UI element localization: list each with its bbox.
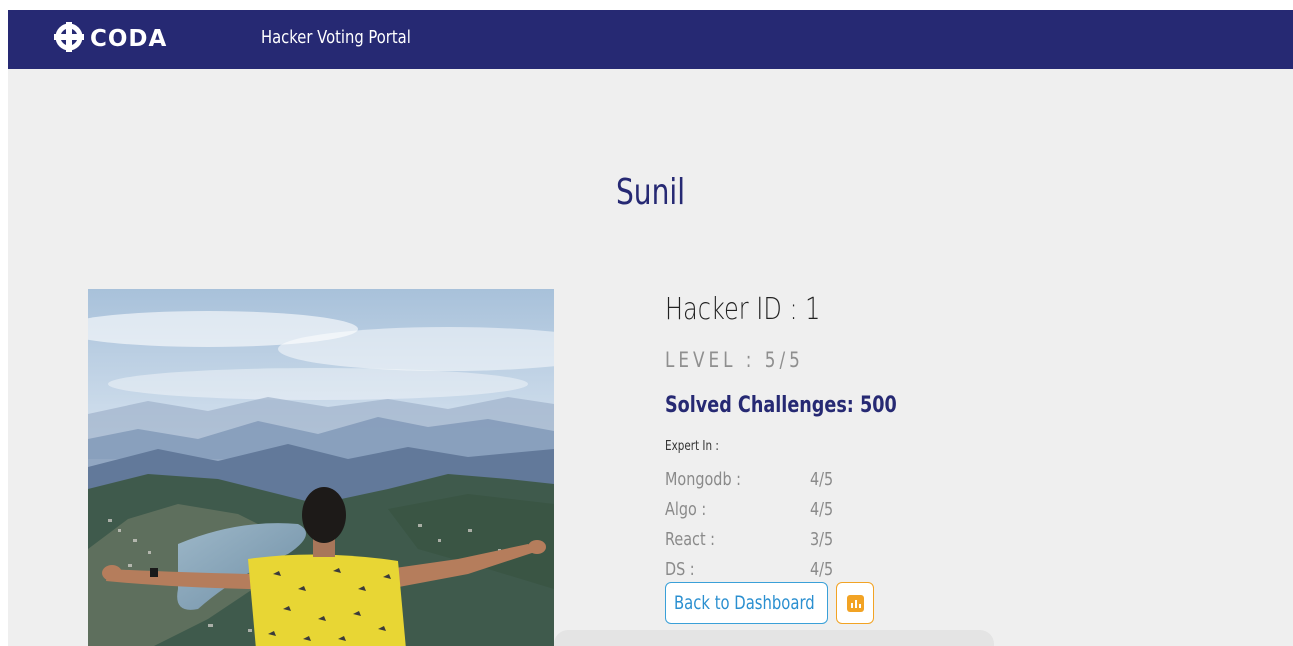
- page-frame: CODA Hacker Voting Portal Sunil Hacker I…: [8, 10, 1293, 646]
- logo-text: CODA: [90, 26, 168, 52]
- expert-in-heading: Expert In :: [665, 439, 719, 454]
- skill-score: 4/5: [810, 469, 834, 490]
- hacker-id: Hacker ID : 1: [665, 292, 821, 327]
- coda-cross-icon: [54, 22, 84, 56]
- skill-name: Mongodb :: [665, 469, 742, 490]
- hacker-name-heading: Sunil: [615, 172, 686, 213]
- coda-logo[interactable]: CODA: [54, 22, 168, 56]
- skill-name: DS :: [665, 559, 695, 580]
- skill-score: 4/5: [810, 559, 834, 580]
- back-to-dashboard-label: Back to Dashboard: [674, 592, 815, 614]
- skill-name: Algo :: [665, 499, 707, 520]
- skill-score: 4/5: [810, 499, 834, 520]
- skills-list: Mongodb : 4/5 Algo : 4/5 React : 3/5 DS …: [665, 469, 865, 589]
- skill-name: React :: [665, 529, 716, 550]
- skill-row: React : 3/5: [665, 529, 865, 559]
- solved-challenges: Solved Challenges: 500: [665, 393, 897, 418]
- stats-button[interactable]: [836, 582, 874, 624]
- skill-row: Mongodb : 4/5: [665, 469, 865, 499]
- profile-photo: [88, 289, 554, 646]
- skill-score: 3/5: [810, 529, 834, 550]
- navbar: CODA Hacker Voting Portal: [8, 10, 1293, 69]
- bar-chart-icon: [847, 595, 864, 612]
- portal-title-link[interactable]: Hacker Voting Portal: [261, 27, 411, 48]
- panel-edge: [554, 630, 994, 646]
- skill-row: Algo : 4/5: [665, 499, 865, 529]
- back-to-dashboard-button[interactable]: Back to Dashboard: [665, 582, 828, 624]
- level-text: LEVEL : 5/5: [665, 348, 804, 372]
